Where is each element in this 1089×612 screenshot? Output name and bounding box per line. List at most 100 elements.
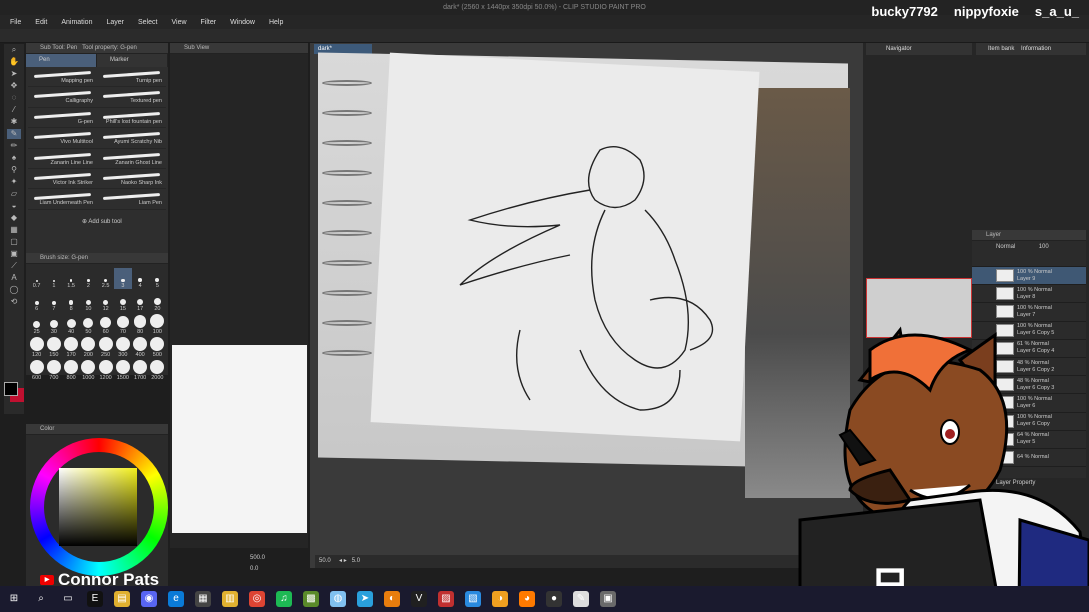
brush-size-option[interactable]: 800: [63, 360, 80, 381]
brush-item[interactable]: Vivo Multitool: [28, 128, 97, 149]
brush-size-option[interactable]: 4: [132, 268, 149, 289]
add-subtool-button[interactable]: ⊕ Add sub tool: [82, 218, 168, 225]
layer-row[interactable]: 100 % Normal Layer 7: [972, 303, 1086, 322]
brush-size-option[interactable]: 200: [80, 337, 97, 358]
streamlabs-icon[interactable]: ◍: [330, 591, 346, 607]
brush-size-option[interactable]: 170: [63, 337, 80, 358]
menu-file[interactable]: File: [10, 19, 21, 26]
hand-tool-icon[interactable]: ✋: [7, 57, 21, 67]
brush-size-option[interactable]: 17: [132, 291, 149, 312]
brush-size-option[interactable]: 1.5: [63, 268, 80, 289]
brush-size-option[interactable]: 120: [28, 337, 45, 358]
menu-animation[interactable]: Animation: [61, 19, 92, 26]
brush-size-option[interactable]: 400: [132, 337, 149, 358]
photos-icon[interactable]: ▧: [465, 591, 481, 607]
brush-item[interactable]: Naoko Sharp Ink: [97, 169, 166, 190]
gallery-icon[interactable]: ▣: [600, 591, 616, 607]
correct-line-tool-icon[interactable]: ⟲: [7, 297, 21, 307]
edge-icon[interactable]: e: [168, 591, 184, 607]
layer-row[interactable]: 100 % Normal Layer 8: [972, 285, 1086, 304]
menu-layer[interactable]: Layer: [106, 19, 124, 26]
brush-size-option[interactable]: 2: [80, 268, 97, 289]
brush-size-option[interactable]: 1: [45, 268, 62, 289]
brush-item[interactable]: Phill's lost fountain pen: [97, 108, 166, 129]
menu-edit[interactable]: Edit: [35, 19, 47, 26]
itembank-tab[interactable]: Item bank: [988, 46, 1014, 52]
vrchat-icon[interactable]: V: [411, 591, 427, 607]
brush-size-option[interactable]: 40: [63, 314, 80, 335]
brush-size-option[interactable]: 3: [114, 268, 132, 289]
subview-rotation[interactable]: 0.0: [250, 566, 258, 572]
brush-item[interactable]: Zanarin Ghost Line: [97, 149, 166, 169]
text-tool-icon[interactable]: A: [7, 273, 21, 283]
auto-select-tool-icon[interactable]: ✱: [7, 117, 21, 127]
frame-tool-icon[interactable]: ▣: [7, 249, 21, 259]
brush-item[interactable]: Liam Underneath Pen: [28, 189, 97, 210]
decoration-tool-icon[interactable]: ✦: [7, 177, 21, 187]
layer-row[interactable]: 100 % Normal Layer 9: [972, 267, 1086, 286]
brush-size-option[interactable]: 2.5: [97, 268, 114, 289]
foreground-color-swatch[interactable]: [4, 382, 18, 396]
tab-marker[interactable]: Marker: [97, 54, 168, 67]
menu-filter[interactable]: Filter: [201, 19, 217, 26]
brush-size-option[interactable]: 100: [149, 314, 166, 335]
obs-icon[interactable]: ●: [546, 591, 562, 607]
epic-icon[interactable]: E: [87, 591, 103, 607]
brush-size-option[interactable]: 20: [149, 291, 166, 312]
brush-size-option[interactable]: 60: [97, 314, 114, 335]
brush-size-option[interactable]: 8: [63, 291, 80, 312]
canvas-zoom[interactable]: 50.0: [319, 558, 331, 564]
blend-mode-select[interactable]: Normal: [996, 244, 1015, 250]
brush-size-option[interactable]: 5: [149, 268, 166, 289]
brush-size-option[interactable]: 1000: [80, 360, 97, 381]
eraser-tool-icon[interactable]: ▱: [7, 189, 21, 199]
move-tool-icon[interactable]: ✥: [7, 81, 21, 91]
task-view-icon[interactable]: ▭: [60, 591, 76, 607]
gradient-tool-icon[interactable]: ▦: [7, 225, 21, 235]
layer-opacity[interactable]: 100: [1039, 244, 1049, 250]
folder-icon[interactable]: ▥: [222, 591, 238, 607]
operation-tool-icon[interactable]: ➤: [7, 69, 21, 79]
brush-tool-icon[interactable]: ♠: [7, 153, 21, 163]
canvas-rotation[interactable]: 5.0: [352, 558, 360, 564]
brush-size-option[interactable]: 250: [97, 337, 114, 358]
tab-pen[interactable]: Pen: [26, 54, 97, 67]
brush-item[interactable]: Calligraphy: [28, 87, 97, 108]
brush-size-option[interactable]: 1700: [132, 360, 149, 381]
brush-size-option[interactable]: 10: [80, 291, 97, 312]
paint-icon[interactable]: ▨: [438, 591, 454, 607]
brush-size-option[interactable]: 12: [97, 291, 114, 312]
lasso-tool-icon[interactable]: ◌: [7, 93, 21, 103]
brush-size-option[interactable]: 15: [114, 291, 131, 312]
menu-help[interactable]: Help: [269, 19, 283, 26]
zoom-tool-icon[interactable]: ⌕: [7, 45, 21, 55]
brush-size-option[interactable]: 6: [28, 291, 45, 312]
brush-size-option[interactable]: 700: [45, 360, 62, 381]
telegram-icon[interactable]: ➤: [357, 591, 373, 607]
menu-view[interactable]: View: [171, 19, 186, 26]
blender-icon[interactable]: ◐: [384, 591, 400, 607]
brush-item[interactable]: Liam Pen: [97, 189, 166, 210]
brush-item[interactable]: Turnip pen: [97, 67, 166, 88]
menu-select[interactable]: Select: [138, 19, 157, 26]
brush-item[interactable]: Zanarin Line Line: [28, 149, 97, 169]
brush-item[interactable]: G-pen: [28, 108, 97, 129]
ms-store-icon[interactable]: ▦: [195, 591, 211, 607]
brush-size-option[interactable]: 600: [28, 360, 45, 381]
airbrush-tool-icon[interactable]: ⚲: [7, 165, 21, 175]
brush-item[interactable]: Victor Ink Striker: [28, 169, 97, 190]
brush-size-option[interactable]: 50: [80, 314, 97, 335]
search-icon[interactable]: ⌕: [33, 591, 49, 607]
brush-size-option[interactable]: 300: [114, 337, 131, 358]
brush-size-option[interactable]: 2000: [149, 360, 166, 381]
brush-item[interactable]: Ayumi Scratchy Nib: [97, 128, 166, 149]
ruler-tool-icon[interactable]: ⟋: [7, 261, 21, 271]
information-tab[interactable]: Information: [1021, 46, 1051, 52]
firefox-icon[interactable]: ◕: [519, 591, 535, 607]
brush-size-option[interactable]: 1500: [114, 360, 131, 381]
brush-size-option[interactable]: 0.7: [28, 268, 45, 289]
file-explorer-icon[interactable]: ▤: [114, 591, 130, 607]
brush-item[interactable]: Textured pen: [97, 87, 166, 108]
brush-size-option[interactable]: 25: [28, 314, 45, 335]
brush-size-option[interactable]: 70: [114, 314, 131, 335]
